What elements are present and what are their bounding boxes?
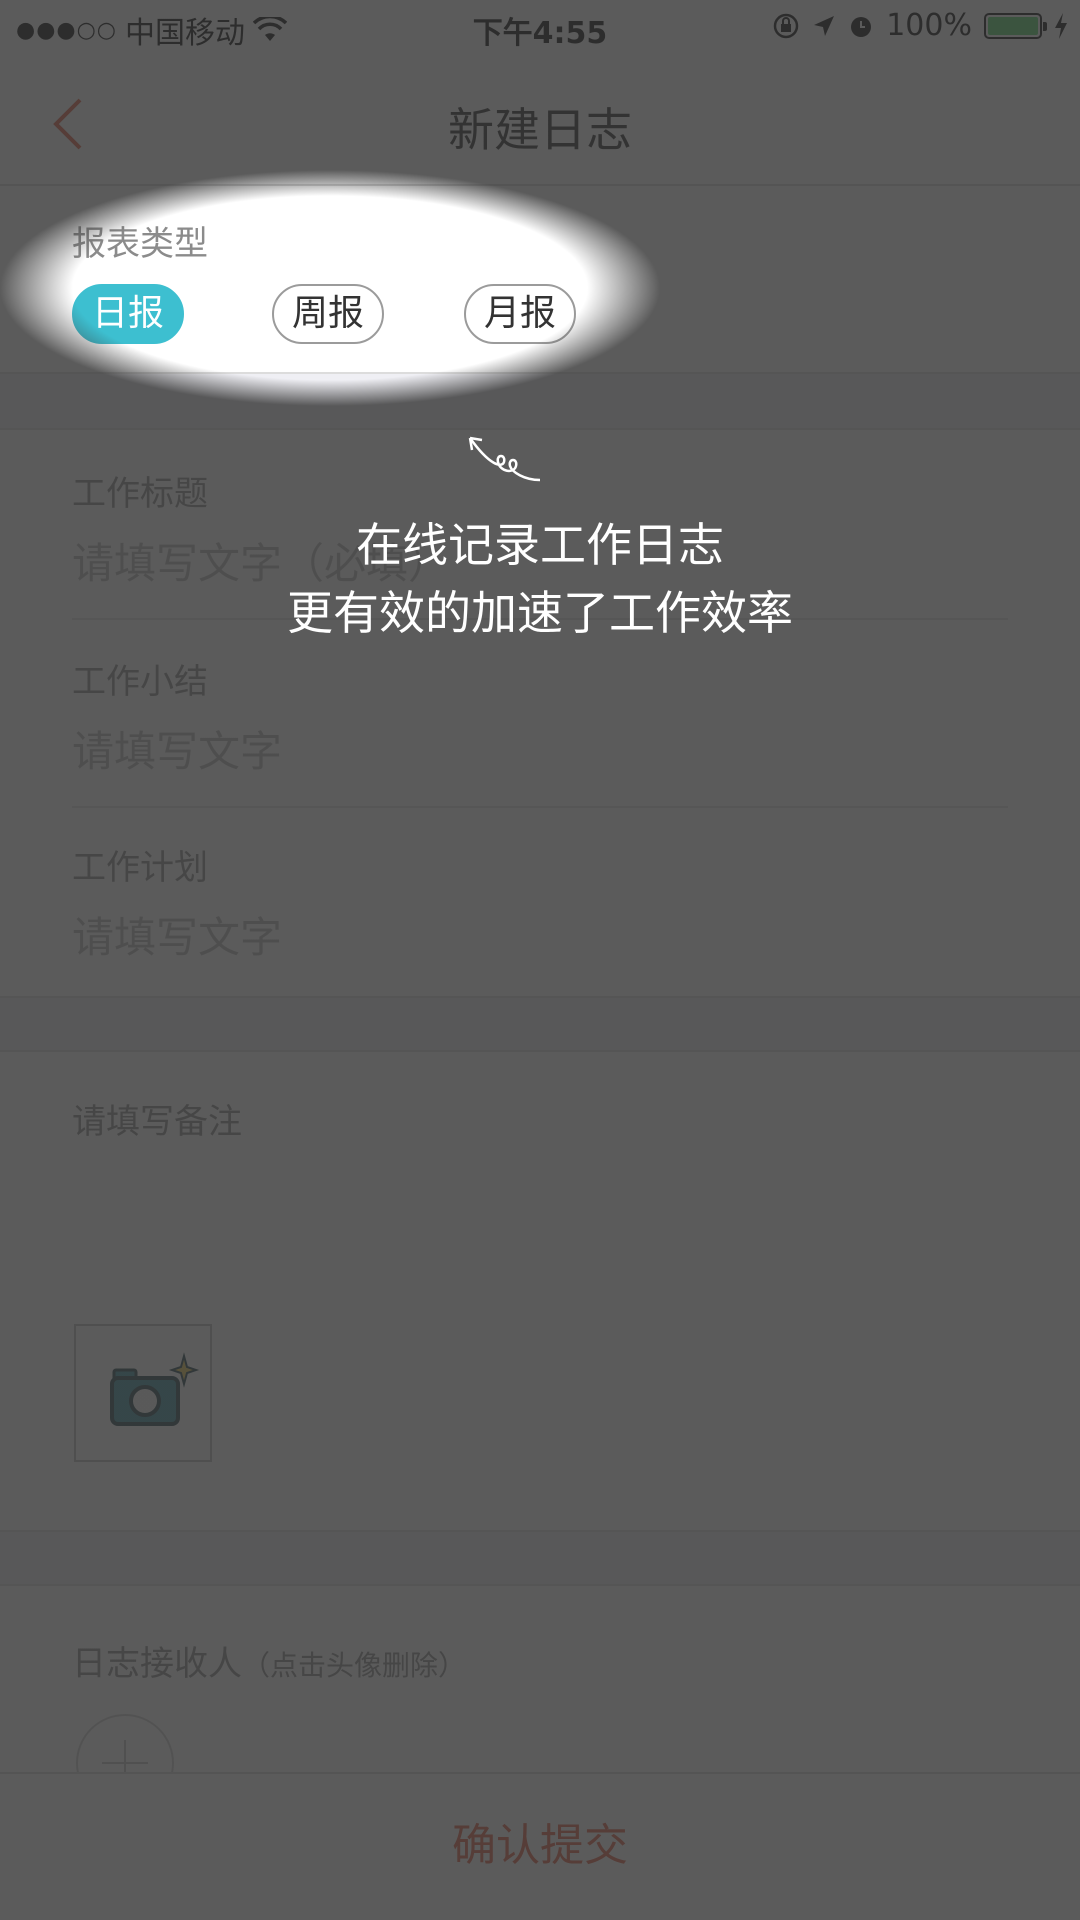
section-gap: [0, 372, 1080, 430]
report-type-monthly[interactable]: 月报: [464, 284, 576, 344]
guide-text-line1: 在线记录工作日志: [356, 518, 724, 572]
work-plan-input[interactable]: 请填写文字: [72, 904, 1008, 965]
work-summary-input[interactable]: 请填写文字: [72, 718, 1008, 779]
work-summary-label: 工作小结: [72, 662, 208, 702]
work-plan-label: 工作计划: [72, 848, 208, 888]
report-type-label: 报表类型: [72, 224, 208, 264]
nav-bar: 新建日志: [0, 56, 1080, 186]
guide-arrow-icon: [468, 436, 541, 482]
section-gap: [0, 1530, 1080, 1586]
remark-input[interactable]: 请填写备注: [72, 1094, 1008, 1274]
charging-icon: [1055, 12, 1067, 39]
battery-percent: 100%: [886, 8, 972, 43]
section-gap: [0, 996, 1080, 1052]
rotation-lock-icon: [773, 13, 799, 38]
submit-button[interactable]: 确认提交: [0, 1772, 1080, 1920]
report-type-weekly[interactable]: 周报: [272, 284, 384, 344]
location-arrow-icon: [814, 15, 835, 36]
battery-icon: [984, 12, 1047, 39]
add-photo-button[interactable]: [74, 1324, 212, 1462]
report-type-section: 报表类型 日报 周报 月报: [0, 186, 1080, 372]
status-right: 100%: [772, 8, 1068, 43]
recipients-header: 日志接收人（点击头像删除）: [72, 1636, 466, 1685]
work-title-label: 工作标题: [72, 474, 208, 514]
recipients-hint: （点击头像删除）: [242, 1649, 467, 1682]
status-bar: ●●●○○ 中国移动 下午4:55 100%: [0, 0, 1080, 56]
recipients-label: 日志接收人: [72, 1644, 242, 1684]
report-type-daily[interactable]: 日报: [72, 284, 184, 344]
camera-icon: [110, 1352, 200, 1426]
alarm-icon: [851, 16, 872, 37]
page-title: 新建日志: [448, 103, 632, 157]
guide-text-line2: 更有效的加速了工作效率: [287, 586, 793, 640]
divider: [72, 806, 1008, 808]
